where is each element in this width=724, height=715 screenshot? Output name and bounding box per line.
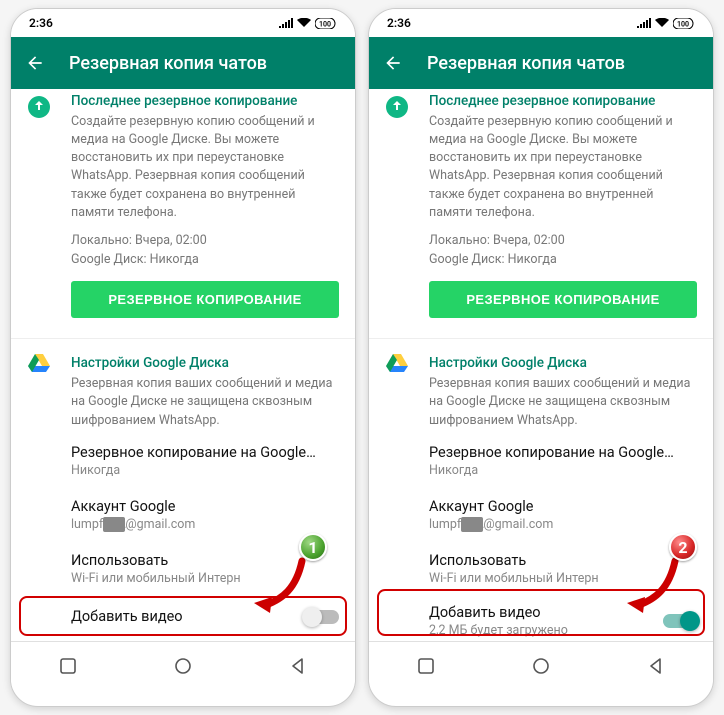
add-video-title: Добавить видео bbox=[429, 604, 663, 621]
last-backup-section: Последнее резервное копирование Создайте… bbox=[369, 89, 713, 332]
add-video-toggle-row[interactable]: Добавить видео 2,2 МБ будет загружено bbox=[369, 596, 713, 641]
last-backup-desc: Создайте резервную копию сообщений и мед… bbox=[71, 113, 339, 222]
drive-settings-section: Настройки Google Диска Резервная копия в… bbox=[11, 345, 355, 433]
step-badge-1: 1 bbox=[299, 533, 327, 561]
last-backup-desc: Создайте резервную копию сообщений и мед… bbox=[429, 113, 697, 222]
nav-home-icon[interactable] bbox=[174, 657, 192, 675]
wifi-icon bbox=[297, 18, 311, 28]
system-nav-bar bbox=[11, 641, 355, 689]
last-backup-title: Последнее резервное копирование bbox=[429, 93, 697, 109]
google-drive-icon bbox=[27, 351, 51, 375]
last-backup-section: Последнее резервное копирование Создайте… bbox=[11, 89, 355, 332]
account-title: Аккаунт Google bbox=[71, 498, 339, 515]
signal-icon bbox=[637, 18, 651, 28]
backup-button[interactable]: РЕЗЕРВНОЕ КОПИРОВАНИЕ bbox=[71, 281, 339, 318]
drive-settings-section: Настройки Google Диска Резервная копия в… bbox=[369, 345, 713, 433]
add-video-switch-off[interactable] bbox=[305, 610, 339, 624]
drive-settings-title: Настройки Google Диска bbox=[71, 355, 339, 371]
appbar-title: Резервная копия чатов bbox=[69, 53, 267, 74]
cloud-upload-icon bbox=[27, 95, 51, 119]
network-sub: Wi-Fi или мобильный Интерн bbox=[71, 571, 339, 586]
add-video-switch-on[interactable] bbox=[663, 614, 697, 628]
drive-backup-time: Google Диск: Никогда bbox=[429, 251, 697, 270]
last-backup-title: Последнее резервное копирование bbox=[71, 93, 339, 109]
drive-settings-desc: Резервная копия ваших сообщений и медиа … bbox=[429, 375, 697, 429]
backup-to-title: Резервное копирование на Google… bbox=[429, 444, 697, 461]
back-arrow-icon[interactable] bbox=[25, 53, 45, 73]
google-account-item[interactable]: Аккаунт Google lumpf………@gmail.com bbox=[11, 488, 355, 542]
backup-to-title: Резервное копирование на Google… bbox=[71, 444, 339, 461]
status-time: 2:36 bbox=[387, 16, 411, 30]
drive-settings-title: Настройки Google Диска bbox=[429, 355, 697, 371]
status-bar: 2:36 100 bbox=[369, 9, 713, 37]
status-icons: 100 bbox=[279, 18, 337, 29]
step-badge-2: 2 bbox=[669, 533, 697, 561]
content-area: Последнее резервное копирование Создайте… bbox=[11, 89, 355, 641]
cloud-upload-icon bbox=[385, 95, 409, 119]
app-bar: Резервная копия чатов bbox=[369, 37, 713, 89]
app-bar: Резервная копия чатов bbox=[11, 37, 355, 89]
add-video-toggle-row[interactable]: Добавить видео bbox=[11, 596, 355, 639]
battery-icon: 100 bbox=[673, 18, 695, 29]
drive-settings-desc: Резервная копия ваших сообщений и медиа … bbox=[71, 375, 339, 429]
nav-back-icon[interactable] bbox=[289, 657, 307, 675]
system-nav-bar bbox=[369, 641, 713, 689]
add-video-title: Добавить видео bbox=[71, 608, 305, 625]
account-email: lumpf………@gmail.com bbox=[429, 517, 697, 532]
phone-screenshot-left: 2:36 100 Резервная копия чатов Последнее… bbox=[10, 8, 356, 707]
nav-home-icon[interactable] bbox=[532, 657, 550, 675]
account-email: lumpf………@gmail.com bbox=[71, 517, 339, 532]
backup-button[interactable]: РЕЗЕРВНОЕ КОПИРОВАНИЕ bbox=[429, 281, 697, 318]
divider bbox=[369, 338, 713, 339]
nav-recent-icon[interactable] bbox=[417, 657, 435, 675]
drive-backup-time: Google Диск: Никогда bbox=[71, 251, 339, 270]
local-backup-time: Локально: Вчера, 02:00 bbox=[71, 232, 339, 251]
status-icons: 100 bbox=[637, 18, 695, 29]
status-bar: 2:36 100 bbox=[11, 9, 355, 37]
status-time: 2:36 bbox=[29, 16, 53, 30]
backup-to-sub: Никогда bbox=[71, 463, 339, 478]
divider bbox=[11, 338, 355, 339]
battery-icon: 100 bbox=[315, 18, 337, 29]
svg-text:100: 100 bbox=[319, 20, 331, 28]
network-item[interactable]: Использовать Wi-Fi или мобильный Интерн bbox=[369, 542, 713, 596]
backup-to-sub: Никогда bbox=[429, 463, 697, 478]
google-drive-icon bbox=[385, 351, 409, 375]
signal-icon bbox=[279, 18, 293, 28]
backup-to-google-item[interactable]: Резервное копирование на Google… Никогда bbox=[369, 434, 713, 488]
backup-to-google-item[interactable]: Резервное копирование на Google… Никогда bbox=[11, 434, 355, 488]
phone-screenshot-right: 2:36 100 Резервная копия чатов Последнее… bbox=[368, 8, 714, 707]
account-title: Аккаунт Google bbox=[429, 498, 697, 515]
local-backup-time: Локально: Вчера, 02:00 bbox=[429, 232, 697, 251]
content-area: Последнее резервное копирование Создайте… bbox=[369, 89, 713, 641]
google-account-item[interactable]: Аккаунт Google lumpf………@gmail.com bbox=[369, 488, 713, 542]
nav-recent-icon[interactable] bbox=[59, 657, 77, 675]
appbar-title: Резервная копия чатов bbox=[427, 53, 625, 74]
network-title: Использовать bbox=[429, 552, 697, 569]
back-arrow-icon[interactable] bbox=[383, 53, 403, 73]
wifi-icon bbox=[655, 18, 669, 28]
nav-back-icon[interactable] bbox=[647, 657, 665, 675]
svg-text:100: 100 bbox=[677, 20, 689, 28]
network-title: Использовать bbox=[71, 552, 339, 569]
network-sub: Wi-Fi или мобильный Интерн bbox=[429, 571, 697, 586]
add-video-sub: 2,2 МБ будет загружено bbox=[429, 623, 663, 638]
